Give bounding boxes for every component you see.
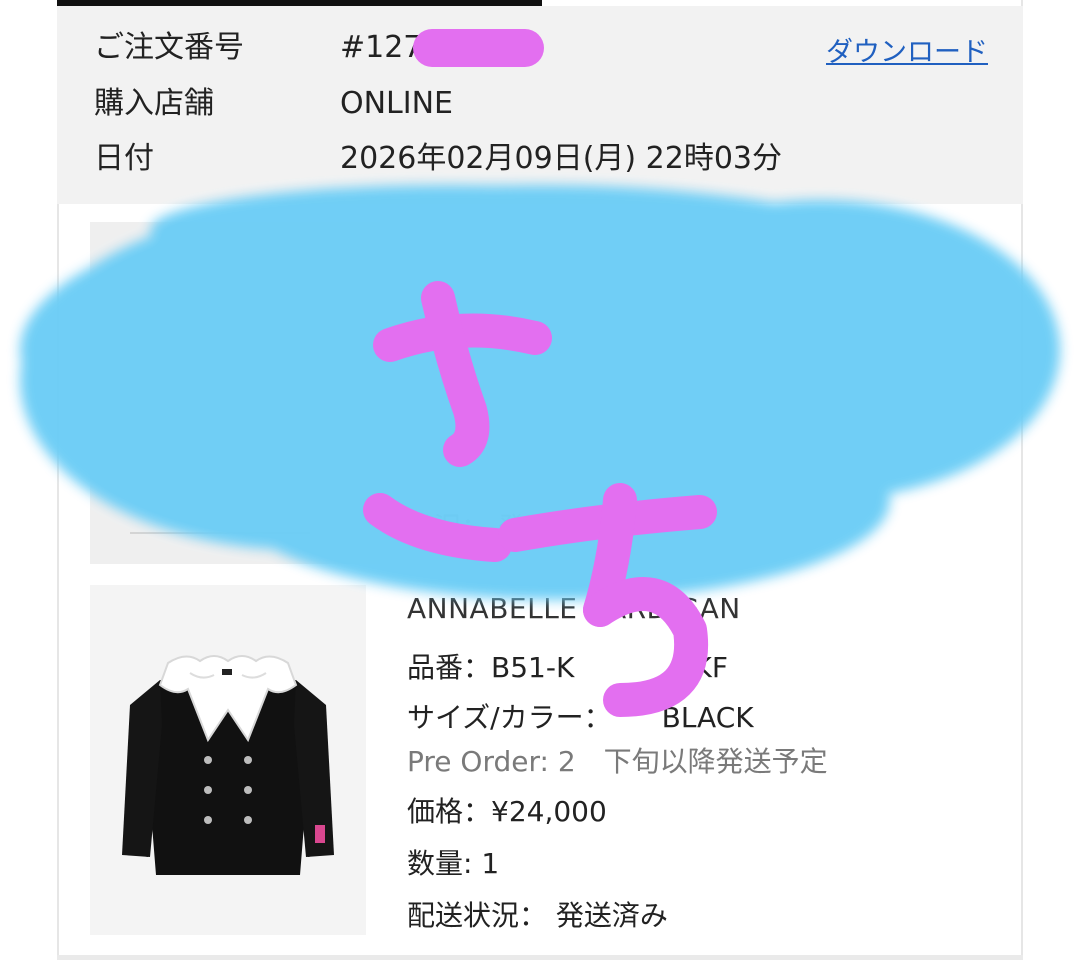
product-sku-tail: BKF bbox=[674, 651, 728, 684]
order-history-page: ご注文番号 #127 購入店舗 ONLINE 日付 2026年02月09日(月)… bbox=[0, 0, 1080, 960]
product-sku: 品番：B51-K BKF bbox=[407, 646, 728, 686]
preorder-label: Pre Order: 2 bbox=[407, 745, 576, 778]
product-image-hint bbox=[130, 472, 310, 534]
product-name[interactable]: ANNABELLE CARDIGAN bbox=[407, 592, 741, 625]
product-quantity: 数量: 1 bbox=[407, 847, 500, 880]
store-label: 購入店舗 bbox=[94, 86, 214, 121]
preorder-tail: 下旬以降発送予定 bbox=[603, 745, 828, 778]
date-label: 日付 bbox=[94, 141, 154, 176]
card-bottom-divider bbox=[57, 955, 1023, 960]
product-size-color-tail: BLACK bbox=[661, 701, 754, 734]
product-size-color-label: サイズ/カラー： bbox=[407, 701, 612, 734]
product-thumbnail[interactable] bbox=[90, 585, 366, 935]
preorder-note: Pre Order: 2 下旬以降発送予定 bbox=[407, 740, 828, 780]
store-value: ONLINE bbox=[340, 86, 454, 121]
date-value: 2026年02月09日(月) 22時03分 bbox=[340, 141, 782, 176]
download-link[interactable]: ダウンロード bbox=[826, 30, 988, 69]
product-sku-label: 品番：B51-K bbox=[407, 651, 575, 684]
shipping-status-hidden: 状況： 発 bbox=[405, 511, 526, 544]
order-number-value: #127 bbox=[340, 30, 423, 65]
product-thumbnail-hidden bbox=[90, 222, 380, 564]
order-number-label: ご注文番号 bbox=[94, 30, 244, 65]
cardigan-icon bbox=[122, 655, 334, 875]
product-price: 価格：¥24,000 bbox=[407, 795, 607, 828]
shipping-status: 配送状況： 発送済み bbox=[407, 899, 668, 932]
product-size-color: サイズ/カラー： BLACK bbox=[407, 696, 754, 736]
